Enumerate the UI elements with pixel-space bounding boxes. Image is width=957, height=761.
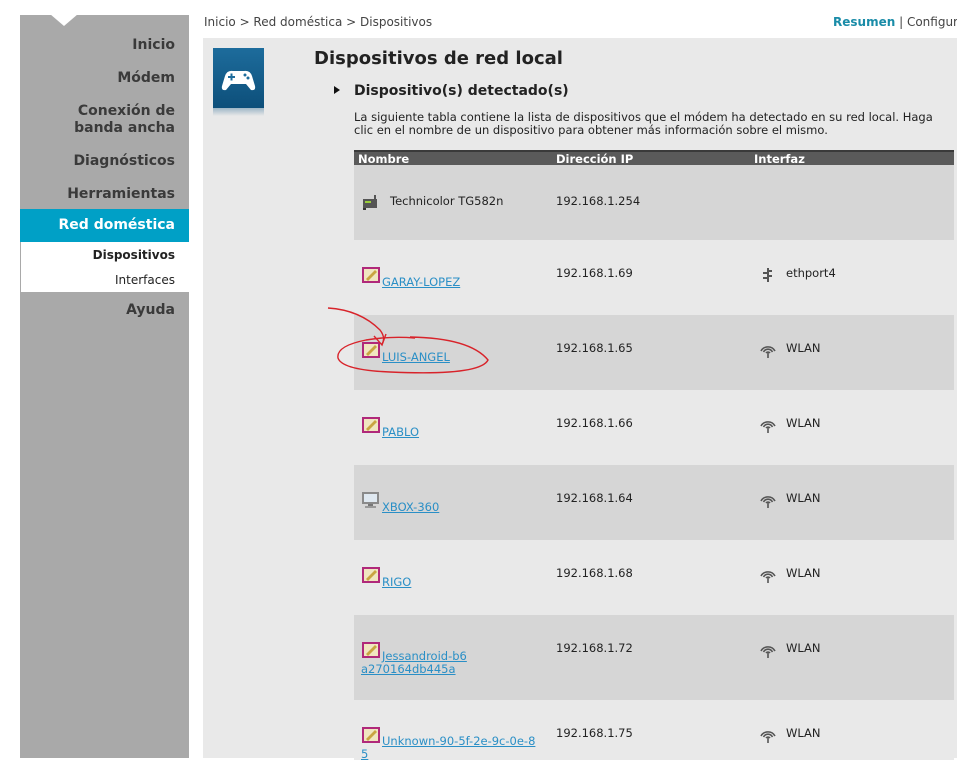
wifi-icon bbox=[759, 342, 777, 358]
table-header: Nombre Dirección IP Interfaz bbox=[354, 150, 954, 166]
device-ip: 192.168.1.64 bbox=[556, 491, 633, 505]
main-panel: Dispositivos de red local Dispositivo(s)… bbox=[203, 38, 957, 761]
monitor-icon bbox=[361, 491, 381, 509]
sidebar-item-ayuda[interactable]: Ayuda bbox=[25, 302, 175, 319]
section-title[interactable]: Dispositivo(s) detectado(s) bbox=[354, 83, 569, 99]
section-description: La siguiente tabla contiene la lista de … bbox=[354, 110, 933, 137]
table-row: Jessandroid-b6a270164db445a 192.168.1.72… bbox=[354, 615, 954, 700]
device-ip: 192.168.1.254 bbox=[556, 194, 641, 208]
section-expand-icon[interactable] bbox=[334, 86, 340, 94]
device-ip: 192.168.1.69 bbox=[556, 266, 633, 280]
device-interface: ethport4 bbox=[786, 266, 836, 280]
device-link[interactable]: XBOX-360 bbox=[382, 500, 439, 514]
wifi-icon bbox=[759, 727, 777, 743]
table-row: PABLO 192.168.1.66 WLAN bbox=[354, 390, 954, 465]
device-link[interactable]: PABLO bbox=[382, 425, 419, 439]
device-ip: 192.168.1.75 bbox=[556, 726, 633, 740]
wifi-icon bbox=[759, 642, 777, 658]
device-link[interactable]: GARAY-LOPEZ bbox=[382, 275, 460, 289]
sidebar-subnav: Dispositivos Interfaces bbox=[21, 242, 189, 292]
computer-icon bbox=[361, 416, 381, 434]
sidebar-item-inicio[interactable]: Inicio bbox=[25, 37, 175, 54]
sidebar-item-diagnosticos[interactable]: Diagnósticos bbox=[25, 153, 175, 170]
computer-icon bbox=[361, 266, 381, 284]
sidebar-item-herramientas[interactable]: Herramientas bbox=[25, 186, 175, 203]
wifi-icon bbox=[759, 417, 777, 433]
device-ip: 192.168.1.68 bbox=[556, 566, 633, 580]
device-link[interactable]: RIGO bbox=[382, 575, 411, 589]
red-circle-annotation bbox=[327, 307, 489, 374]
header-icon-reflection bbox=[213, 108, 264, 116]
gamepad-icon bbox=[213, 48, 264, 116]
sidebar-subitem-dispositivos[interactable]: Dispositivos bbox=[93, 248, 175, 262]
device-interface: WLAN bbox=[786, 566, 821, 580]
sidebar-notch bbox=[50, 14, 78, 26]
wifi-icon bbox=[759, 492, 777, 508]
wifi-icon bbox=[759, 567, 777, 583]
modem-icon bbox=[361, 193, 381, 211]
sidebar-item-conexion-banda-ancha[interactable]: Conexión de banda ancha bbox=[25, 103, 175, 137]
page-title: Dispositivos de red local bbox=[314, 48, 563, 69]
table-row: Unknown-90-5f-2e-9c-0e-85 192.168.1.75 W… bbox=[354, 700, 954, 761]
sidebar-subitem-interfaces[interactable]: Interfaces bbox=[115, 273, 175, 287]
breadcrumb[interactable]: Inicio > Red doméstica > Dispositivos bbox=[204, 15, 432, 29]
device-ip: 192.168.1.66 bbox=[556, 416, 633, 430]
sidebar-item-red-domestica[interactable]: Red doméstica bbox=[20, 209, 189, 242]
device-interface: WLAN bbox=[786, 641, 821, 655]
top-links: Resumen | Configura bbox=[833, 15, 957, 29]
device-link[interactable]: Jessandroid-b6a270164db445a bbox=[361, 650, 471, 676]
ethernet-icon bbox=[759, 267, 777, 283]
device-interface: WLAN bbox=[786, 491, 821, 505]
sidebar: Inicio Módem Conexión de banda ancha Dia… bbox=[20, 14, 189, 758]
configuracion-link[interactable]: Configura bbox=[907, 15, 957, 29]
table-row: Technicolor TG582n 192.168.1.254 bbox=[354, 165, 954, 240]
table-row: XBOX-360 192.168.1.64 WLAN bbox=[354, 465, 954, 540]
device-interface: WLAN bbox=[786, 416, 821, 430]
device-ip: 192.168.1.65 bbox=[556, 341, 633, 355]
sidebar-item-modem[interactable]: Módem bbox=[25, 70, 175, 87]
device-interface: WLAN bbox=[786, 341, 821, 355]
computer-icon bbox=[361, 566, 381, 584]
resumen-link[interactable]: Resumen bbox=[833, 15, 895, 29]
device-name: Technicolor TG582n bbox=[390, 194, 504, 208]
device-table: Nombre Dirección IP Interfaz Technicolor… bbox=[354, 150, 954, 761]
top-links-separator: | bbox=[899, 15, 904, 29]
device-interface: WLAN bbox=[786, 726, 821, 740]
device-link[interactable]: Unknown-90-5f-2e-9c-0e-85 bbox=[361, 735, 536, 761]
device-ip: 192.168.1.72 bbox=[556, 641, 633, 655]
table-row: RIGO 192.168.1.68 WLAN bbox=[354, 540, 954, 615]
